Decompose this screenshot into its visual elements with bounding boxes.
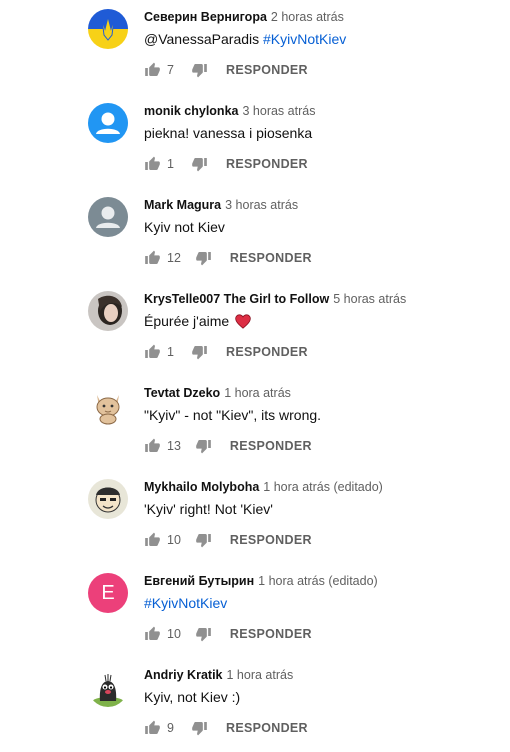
comment: Mykhailo Molyboha 1 hora atrás (editado) … (0, 470, 510, 564)
comment-actions: 13 RESPONDER (144, 437, 312, 455)
avatar[interactable] (88, 667, 128, 707)
like-count: 10 (167, 627, 181, 641)
avatar[interactable] (88, 9, 128, 49)
reply-button[interactable]: RESPONDER (226, 63, 308, 77)
like-icon[interactable] (144, 250, 161, 266)
comment-text-prefix: Épurée j'aime (144, 313, 230, 329)
cartoon-face-avatar-icon (88, 479, 128, 519)
avatar-letter: E (101, 581, 115, 604)
dislike-icon[interactable] (195, 438, 212, 454)
comment-time[interactable]: 1 hora atrás (editado) (263, 480, 383, 494)
comment-text: @VanessaParadis #KyivNotKiev (144, 31, 346, 47)
comment-actions: 10 RESPONDER (144, 531, 312, 549)
default-user-avatar-icon (88, 103, 128, 143)
comment-actions: 1 RESPONDER (144, 155, 308, 173)
like-icon[interactable] (144, 720, 161, 736)
comments-list: Северин Вернигора 2 horas atrás @VanessaP… (0, 0, 510, 749)
cartoon-mole-avatar-icon (88, 667, 128, 707)
comment-actions: 7 RESPONDER (144, 61, 308, 79)
dislike-icon[interactable] (195, 532, 212, 548)
dislike-icon[interactable] (191, 720, 208, 736)
comment-author[interactable]: KrysTelle007 The Girl to Follow (144, 292, 329, 306)
comment-text-prefix: @VanessaParadis (144, 31, 264, 47)
dislike-icon[interactable] (191, 62, 208, 78)
comment-actions: 10 RESPONDER (144, 625, 312, 643)
comment-time[interactable]: 3 horas atrás (242, 104, 315, 118)
heart-emoji-icon (235, 314, 251, 329)
avatar[interactable] (88, 479, 128, 519)
like-count: 9 (167, 721, 174, 735)
reply-button[interactable]: RESPONDER (230, 439, 312, 453)
comment-text: Kyiv not Kiev (144, 219, 225, 235)
comment-time[interactable]: 1 hora atrás (224, 386, 291, 400)
dislike-icon[interactable] (195, 250, 212, 266)
comment-actions: 1 RESPONDER (144, 343, 308, 361)
like-count: 7 (167, 63, 174, 77)
comment-time[interactable]: 2 horas atrás (271, 10, 344, 24)
comment-text: Kyiv, not Kiev :) (144, 689, 241, 705)
like-icon[interactable] (144, 532, 161, 548)
reply-button[interactable]: RESPONDER (230, 627, 312, 641)
avatar[interactable] (88, 291, 128, 331)
avatar[interactable]: E (88, 573, 128, 613)
comment-author[interactable]: monik chylonka (144, 104, 238, 118)
comment-actions: 9 RESPONDER (144, 719, 308, 737)
like-count: 1 (167, 345, 174, 359)
reply-button[interactable]: RESPONDER (230, 251, 312, 265)
comment-text: piekna! vanessa i piosenka (144, 125, 313, 141)
comment-actions: 12 RESPONDER (144, 249, 312, 267)
comment-author[interactable]: Mark Magura (144, 198, 221, 212)
comment-time[interactable]: 3 horas atrás (225, 198, 298, 212)
like-icon[interactable] (144, 626, 161, 642)
dislike-icon[interactable] (195, 626, 212, 642)
comment-author[interactable]: Mykhailo Molyboha (144, 480, 259, 494)
like-count: 12 (167, 251, 181, 265)
comment-author[interactable]: Евгений Бутырин (144, 574, 254, 588)
reply-button[interactable]: RESPONDER (226, 345, 308, 359)
like-count: 1 (167, 157, 174, 171)
portrait-photo-avatar-icon (88, 291, 128, 331)
dislike-icon[interactable] (191, 156, 208, 172)
like-icon[interactable] (144, 344, 161, 360)
comment-text: "Kyiv" - not "Kiev", its wrong. (144, 407, 322, 423)
comment-text: Épurée j'aime (144, 313, 251, 329)
comment-time[interactable]: 1 hora atrás (227, 668, 294, 682)
default-user-avatar-icon (88, 197, 128, 237)
like-count: 13 (167, 439, 181, 453)
comment-author[interactable]: Северин Вернигора (144, 10, 267, 24)
comment-author[interactable]: Andriy Kratik (144, 668, 223, 682)
comment-author[interactable]: Tevtat Dzeko (144, 386, 220, 400)
reply-button[interactable]: RESPONDER (226, 157, 308, 171)
comment-time[interactable]: 1 hora atrás (editado) (258, 574, 378, 588)
ukraine-flag-avatar-icon (88, 9, 128, 49)
reply-button[interactable]: RESPONDER (230, 533, 312, 547)
comment-text: #KyivNotKiev (144, 595, 227, 611)
like-count: 10 (167, 533, 181, 547)
dislike-icon[interactable] (191, 344, 208, 360)
comment: Tevtat Dzeko 1 hora atrás "Kyiv" - not "K… (0, 376, 510, 470)
comment: monik chylonka 3 horas atrás piekna! vane… (0, 94, 510, 188)
hashtag-link[interactable]: #KyivNotKiev (144, 595, 227, 611)
avatar[interactable] (88, 103, 128, 143)
cartoon-cat-avatar-icon (88, 385, 128, 425)
like-icon[interactable] (144, 438, 161, 454)
reply-button[interactable]: RESPONDER (226, 721, 308, 735)
avatar[interactable] (88, 385, 128, 425)
comment: Mark Magura 3 horas atrás Kyiv not Kiev 1… (0, 188, 510, 282)
like-icon[interactable] (144, 62, 161, 78)
comment: Andriy Kratik 1 hora atrás Kyiv, not Kiev… (0, 658, 510, 752)
hashtag-link[interactable]: #KyivNotKiev (263, 31, 346, 47)
comment-text: 'Kyiv' right! Not 'Kiev' (144, 501, 273, 517)
comment: E Евгений Бутырин 1 hora atrás (editado) … (0, 564, 510, 658)
like-icon[interactable] (144, 156, 161, 172)
avatar[interactable] (88, 197, 128, 237)
comment: Северин Вернигора 2 horas atrás @VanessaP… (0, 0, 510, 94)
comment-time[interactable]: 5 horas atrás (333, 292, 406, 306)
comment: KrysTelle007 The Girl to Follow 5 horas a… (0, 282, 510, 376)
